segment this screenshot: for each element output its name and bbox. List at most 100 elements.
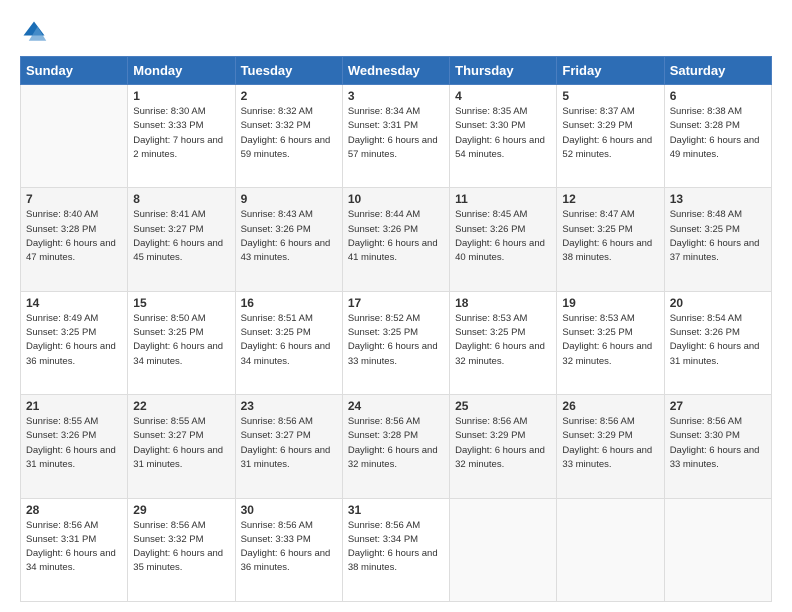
day-of-week-header: Sunday bbox=[21, 57, 128, 85]
calendar-cell: 15 Sunrise: 8:50 AMSunset: 3:25 PMDayligh… bbox=[128, 291, 235, 394]
day-info: Sunrise: 8:38 AMSunset: 3:28 PMDaylight:… bbox=[670, 105, 766, 162]
calendar-cell: 18Sunrise: 8:53 AMSunset: 3:25 PMDayligh… bbox=[450, 291, 557, 394]
day-info: Sunrise: 8:53 AMSunset: 3:25 PMDaylight:… bbox=[455, 312, 551, 369]
day-info: Sunrise: 8:54 AMSunset: 3:26 PMDaylight:… bbox=[670, 312, 766, 369]
day-of-week-header: Thursday bbox=[450, 57, 557, 85]
calendar-cell: 25 Sunrise: 8:56 AMSunset: 3:29 PMDayligh… bbox=[450, 395, 557, 498]
calendar-cell: 10 Sunrise: 8:44 AMSunset: 3:26 PMDayligh… bbox=[342, 188, 449, 291]
day-of-week-header: Saturday bbox=[664, 57, 771, 85]
calendar-cell: 20 Sunrise: 8:54 AMSunset: 3:26 PMDayligh… bbox=[664, 291, 771, 394]
calendar-cell: 16 Sunrise: 8:51 AMSunset: 3:25 PMDayligh… bbox=[235, 291, 342, 394]
day-number: 16 bbox=[241, 296, 337, 310]
day-info: Sunrise: 8:52 AMSunset: 3:25 PMDaylight:… bbox=[348, 312, 444, 369]
calendar-cell bbox=[557, 498, 664, 601]
calendar-cell: 31Sunrise: 8:56 AMSunset: 3:34 PMDayligh… bbox=[342, 498, 449, 601]
day-number: 27 bbox=[670, 399, 766, 413]
calendar-cell: 30 Sunrise: 8:56 AMSunset: 3:33 PMDayligh… bbox=[235, 498, 342, 601]
day-number: 15 bbox=[133, 296, 229, 310]
calendar-cell: 6 Sunrise: 8:38 AMSunset: 3:28 PMDaylight… bbox=[664, 85, 771, 188]
day-info: Sunrise: 8:43 AMSunset: 3:26 PMDaylight:… bbox=[241, 208, 337, 265]
calendar-cell: 23Sunrise: 8:56 AMSunset: 3:27 PMDayligh… bbox=[235, 395, 342, 498]
day-number: 13 bbox=[670, 192, 766, 206]
calendar-cell bbox=[664, 498, 771, 601]
calendar-cell bbox=[21, 85, 128, 188]
day-info: Sunrise: 8:56 AMSunset: 3:29 PMDaylight:… bbox=[455, 415, 551, 472]
day-number: 14 bbox=[26, 296, 122, 310]
day-number: 19 bbox=[562, 296, 658, 310]
calendar-cell: 28 Sunrise: 8:56 AMSunset: 3:31 PMDayligh… bbox=[21, 498, 128, 601]
day-of-week-header: Wednesday bbox=[342, 57, 449, 85]
calendar-cell bbox=[450, 498, 557, 601]
page: SundayMondayTuesdayWednesdayThursdayFrid… bbox=[0, 0, 792, 612]
day-number: 1 bbox=[133, 89, 229, 103]
calendar-table: SundayMondayTuesdayWednesdayThursdayFrid… bbox=[20, 56, 772, 602]
day-info: Sunrise: 8:56 AMSunset: 3:30 PMDaylight:… bbox=[670, 415, 766, 472]
header bbox=[20, 18, 772, 46]
day-info: Sunrise: 8:45 AMSunset: 3:26 PMDaylight:… bbox=[455, 208, 551, 265]
calendar-cell: 19 Sunrise: 8:53 AMSunset: 3:25 PMDayligh… bbox=[557, 291, 664, 394]
calendar-cell: 1 Sunrise: 8:30 AMSunset: 3:33 PMDaylight… bbox=[128, 85, 235, 188]
day-info: Sunrise: 8:56 AMSunset: 3:34 PMDaylight:… bbox=[348, 519, 444, 576]
day-number: 8 bbox=[133, 192, 229, 206]
day-number: 29 bbox=[133, 503, 229, 517]
day-info: Sunrise: 8:55 AMSunset: 3:27 PMDaylight:… bbox=[133, 415, 229, 472]
calendar-cell: 2 Sunrise: 8:32 AMSunset: 3:32 PMDaylight… bbox=[235, 85, 342, 188]
calendar-cell: 11 Sunrise: 8:45 AMSunset: 3:26 PMDayligh… bbox=[450, 188, 557, 291]
day-info: Sunrise: 8:51 AMSunset: 3:25 PMDaylight:… bbox=[241, 312, 337, 369]
calendar-cell: 4 Sunrise: 8:35 AMSunset: 3:30 PMDaylight… bbox=[450, 85, 557, 188]
day-info: Sunrise: 8:55 AMSunset: 3:26 PMDaylight:… bbox=[26, 415, 122, 472]
calendar-cell: 27 Sunrise: 8:56 AMSunset: 3:30 PMDayligh… bbox=[664, 395, 771, 498]
day-number: 10 bbox=[348, 192, 444, 206]
calendar-cell: 5 Sunrise: 8:37 AMSunset: 3:29 PMDaylight… bbox=[557, 85, 664, 188]
calendar-week-row: 7 Sunrise: 8:40 AMSunset: 3:28 PMDaylight… bbox=[21, 188, 772, 291]
day-info: Sunrise: 8:44 AMSunset: 3:26 PMDaylight:… bbox=[348, 208, 444, 265]
day-number: 7 bbox=[26, 192, 122, 206]
calendar-cell: 17Sunrise: 8:52 AMSunset: 3:25 PMDayligh… bbox=[342, 291, 449, 394]
day-of-week-header: Tuesday bbox=[235, 57, 342, 85]
day-info: Sunrise: 8:37 AMSunset: 3:29 PMDaylight:… bbox=[562, 105, 658, 162]
day-number: 26 bbox=[562, 399, 658, 413]
calendar-header-row: SundayMondayTuesdayWednesdayThursdayFrid… bbox=[21, 57, 772, 85]
day-info: Sunrise: 8:56 AMSunset: 3:31 PMDaylight:… bbox=[26, 519, 122, 576]
day-info: Sunrise: 8:49 AMSunset: 3:25 PMDaylight:… bbox=[26, 312, 122, 369]
calendar-cell: 22Sunrise: 8:55 AMSunset: 3:27 PMDayligh… bbox=[128, 395, 235, 498]
day-info: Sunrise: 8:56 AMSunset: 3:32 PMDaylight:… bbox=[133, 519, 229, 576]
calendar-week-row: 14 Sunrise: 8:49 AMSunset: 3:25 PMDayligh… bbox=[21, 291, 772, 394]
day-info: Sunrise: 8:47 AMSunset: 3:25 PMDaylight:… bbox=[562, 208, 658, 265]
day-number: 20 bbox=[670, 296, 766, 310]
calendar-cell: 29 Sunrise: 8:56 AMSunset: 3:32 PMDayligh… bbox=[128, 498, 235, 601]
day-number: 25 bbox=[455, 399, 551, 413]
day-number: 2 bbox=[241, 89, 337, 103]
day-number: 9 bbox=[241, 192, 337, 206]
day-number: 11 bbox=[455, 192, 551, 206]
day-number: 5 bbox=[562, 89, 658, 103]
day-info: Sunrise: 8:32 AMSunset: 3:32 PMDaylight:… bbox=[241, 105, 337, 162]
day-info: Sunrise: 8:50 AMSunset: 3:25 PMDaylight:… bbox=[133, 312, 229, 369]
day-info: Sunrise: 8:56 AMSunset: 3:27 PMDaylight:… bbox=[241, 415, 337, 472]
day-number: 28 bbox=[26, 503, 122, 517]
day-of-week-header: Monday bbox=[128, 57, 235, 85]
day-info: Sunrise: 8:56 AMSunset: 3:33 PMDaylight:… bbox=[241, 519, 337, 576]
calendar-cell: 21 Sunrise: 8:55 AMSunset: 3:26 PMDayligh… bbox=[21, 395, 128, 498]
calendar-cell: 13Sunrise: 8:48 AMSunset: 3:25 PMDayligh… bbox=[664, 188, 771, 291]
day-info: Sunrise: 8:53 AMSunset: 3:25 PMDaylight:… bbox=[562, 312, 658, 369]
day-info: Sunrise: 8:40 AMSunset: 3:28 PMDaylight:… bbox=[26, 208, 122, 265]
day-number: 4 bbox=[455, 89, 551, 103]
day-number: 6 bbox=[670, 89, 766, 103]
logo-icon bbox=[20, 18, 48, 46]
day-number: 3 bbox=[348, 89, 444, 103]
calendar-week-row: 21 Sunrise: 8:55 AMSunset: 3:26 PMDayligh… bbox=[21, 395, 772, 498]
day-number: 21 bbox=[26, 399, 122, 413]
calendar-week-row: 28 Sunrise: 8:56 AMSunset: 3:31 PMDayligh… bbox=[21, 498, 772, 601]
day-info: Sunrise: 8:30 AMSunset: 3:33 PMDaylight:… bbox=[133, 105, 229, 162]
day-number: 30 bbox=[241, 503, 337, 517]
day-info: Sunrise: 8:56 AMSunset: 3:28 PMDaylight:… bbox=[348, 415, 444, 472]
day-info: Sunrise: 8:56 AMSunset: 3:29 PMDaylight:… bbox=[562, 415, 658, 472]
calendar-week-row: 1 Sunrise: 8:30 AMSunset: 3:33 PMDaylight… bbox=[21, 85, 772, 188]
day-number: 12 bbox=[562, 192, 658, 206]
calendar-cell: 26 Sunrise: 8:56 AMSunset: 3:29 PMDayligh… bbox=[557, 395, 664, 498]
calendar-cell: 8 Sunrise: 8:41 AMSunset: 3:27 PMDaylight… bbox=[128, 188, 235, 291]
day-info: Sunrise: 8:41 AMSunset: 3:27 PMDaylight:… bbox=[133, 208, 229, 265]
day-info: Sunrise: 8:35 AMSunset: 3:30 PMDaylight:… bbox=[455, 105, 551, 162]
day-info: Sunrise: 8:34 AMSunset: 3:31 PMDaylight:… bbox=[348, 105, 444, 162]
